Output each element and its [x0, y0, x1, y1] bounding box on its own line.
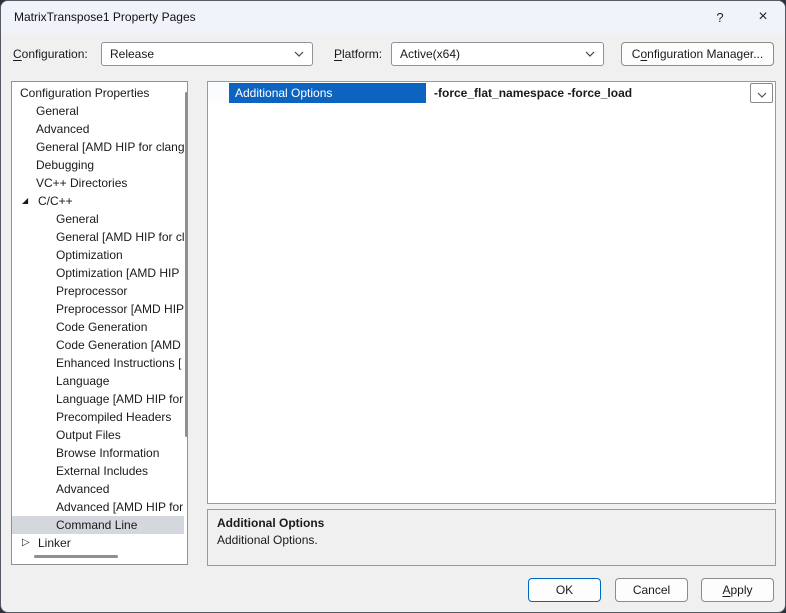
tree-item-label: Debugging — [36, 158, 94, 172]
tree-item[interactable]: Configuration Properties — [12, 84, 184, 102]
tree-item-label: External Includes — [56, 464, 148, 478]
category-tree: Configuration Properties General Advance… — [11, 81, 188, 565]
tree-item[interactable]: Preprocessor [AMD HIP — [12, 300, 184, 318]
tree-item-label: Code Generation [AMD — [56, 338, 181, 352]
help-icon: ? — [716, 10, 723, 25]
tree-item[interactable]: General [AMD HIP for cl — [12, 228, 184, 246]
property-name-cell[interactable]: Additional Options — [229, 83, 426, 103]
tree-item-label: General — [56, 212, 99, 226]
tree-item[interactable]: Language — [12, 372, 184, 390]
tree-item[interactable]: General — [12, 102, 184, 120]
tree-horizontal-scrollbar-thumb[interactable] — [34, 555, 118, 558]
tree-item[interactable]: Command Line — [12, 516, 184, 534]
tree-item[interactable]: External Includes — [12, 462, 184, 480]
tree-item-label: Linker — [38, 536, 71, 550]
description-panel: Additional Options Additional Options. — [207, 509, 776, 566]
window-title: MatrixTranspose1 Property Pages — [14, 1, 196, 33]
tree-item-label: Code Generation — [56, 320, 147, 334]
tree-item-label: Advanced [AMD HIP for — [56, 500, 183, 514]
platform-select[interactable]: Active(x64) — [391, 42, 604, 66]
tree-item-label: Browse Information — [56, 446, 159, 460]
tree-item[interactable]: Enhanced Instructions [ — [12, 354, 184, 372]
close-icon: × — [758, 8, 767, 25]
property-row-gutter — [208, 83, 229, 103]
tree-item-label: Preprocessor [AMD HIP — [56, 302, 184, 316]
tree-item-label: Preprocessor — [56, 284, 127, 298]
tree-item[interactable]: ▷ Linker — [12, 534, 184, 552]
tree-item-label: Precompiled Headers — [56, 410, 171, 424]
tree-item-label: General [AMD HIP for clang — [36, 140, 184, 154]
tree-item[interactable]: Advanced — [12, 120, 184, 138]
tree-item-label: General [AMD HIP for cl — [56, 230, 184, 244]
tree-item[interactable]: Output Files — [12, 426, 184, 444]
tree-item[interactable]: Advanced — [12, 480, 184, 498]
tree-item[interactable]: VC++ Directories — [12, 174, 184, 192]
tree-item[interactable]: Code Generation — [12, 318, 184, 336]
tree-item[interactable]: Optimization — [12, 246, 184, 264]
property-value-cell[interactable]: -force_flat_namespace -force_load — [426, 83, 747, 103]
tree-item-label: Language [AMD HIP for — [56, 392, 183, 406]
platform-label: Platform: — [334, 42, 382, 66]
ok-button[interactable]: OK — [528, 578, 601, 602]
tree-item-label: General — [36, 104, 79, 118]
description-body: Additional Options. — [217, 533, 766, 547]
tree-item-label: Advanced — [56, 482, 109, 496]
property-grid: Additional Options -force_flat_namespace… — [207, 81, 776, 504]
help-button[interactable]: ? — [701, 1, 739, 33]
configuration-value: Release — [110, 47, 288, 61]
apply-button[interactable]: Apply — [701, 578, 774, 602]
tree-expanded-icon[interactable]: ◢ — [22, 192, 38, 210]
property-row-additional-options[interactable]: Additional Options -force_flat_namespace… — [208, 83, 775, 103]
tree-item-label: Output Files — [56, 428, 121, 442]
description-title: Additional Options — [217, 516, 766, 530]
tree-item-label: Enhanced Instructions [ — [56, 356, 181, 370]
tree-item[interactable]: Language [AMD HIP for — [12, 390, 184, 408]
tree-vertical-scrollbar-thumb[interactable] — [185, 92, 188, 437]
tree-collapsed-icon[interactable]: ▷ — [22, 534, 38, 552]
tree-item-label: Optimization [AMD HIP — [56, 266, 179, 280]
tree-item-label: Advanced — [36, 122, 89, 136]
configuration-label: Configuration: — [13, 42, 88, 66]
tree-item-label: Language — [56, 374, 109, 388]
tree-item[interactable]: Code Generation [AMD — [12, 336, 184, 354]
tree-item-label: Command Line — [56, 518, 137, 532]
tree-item[interactable]: General — [12, 210, 184, 228]
close-button[interactable]: × — [741, 1, 785, 33]
tree-item[interactable]: Debugging — [12, 156, 184, 174]
tree-item[interactable]: General [AMD HIP for clang — [12, 138, 184, 156]
tree-item[interactable]: Optimization [AMD HIP — [12, 264, 184, 282]
property-value-dropdown-button[interactable] — [750, 83, 773, 103]
title-bar: MatrixTranspose1 Property Pages ? × — [1, 1, 785, 33]
tree-item[interactable]: Browse Information — [12, 444, 184, 462]
tree-item[interactable]: Precompiled Headers — [12, 408, 184, 426]
chevron-down-icon — [585, 51, 595, 57]
tree-item[interactable]: Preprocessor — [12, 282, 184, 300]
tree-item[interactable]: ◢ C/C++ — [12, 192, 184, 210]
tree-item-label: VC++ Directories — [36, 176, 127, 190]
configuration-manager-button[interactable]: Configuration Manager... — [621, 42, 774, 66]
cancel-button[interactable]: Cancel — [615, 578, 688, 602]
tree-item[interactable]: Advanced [AMD HIP for — [12, 498, 184, 516]
tree-item-label: Optimization — [56, 248, 123, 262]
tree-item-label: Configuration Properties — [20, 86, 149, 100]
configuration-select[interactable]: Release — [101, 42, 313, 66]
property-pages-dialog: MatrixTranspose1 Property Pages ? × Conf… — [0, 0, 786, 613]
chevron-down-icon — [757, 86, 767, 101]
tree-item-label: C/C++ — [38, 194, 73, 208]
chevron-down-icon — [294, 51, 304, 57]
platform-value: Active(x64) — [400, 47, 579, 61]
